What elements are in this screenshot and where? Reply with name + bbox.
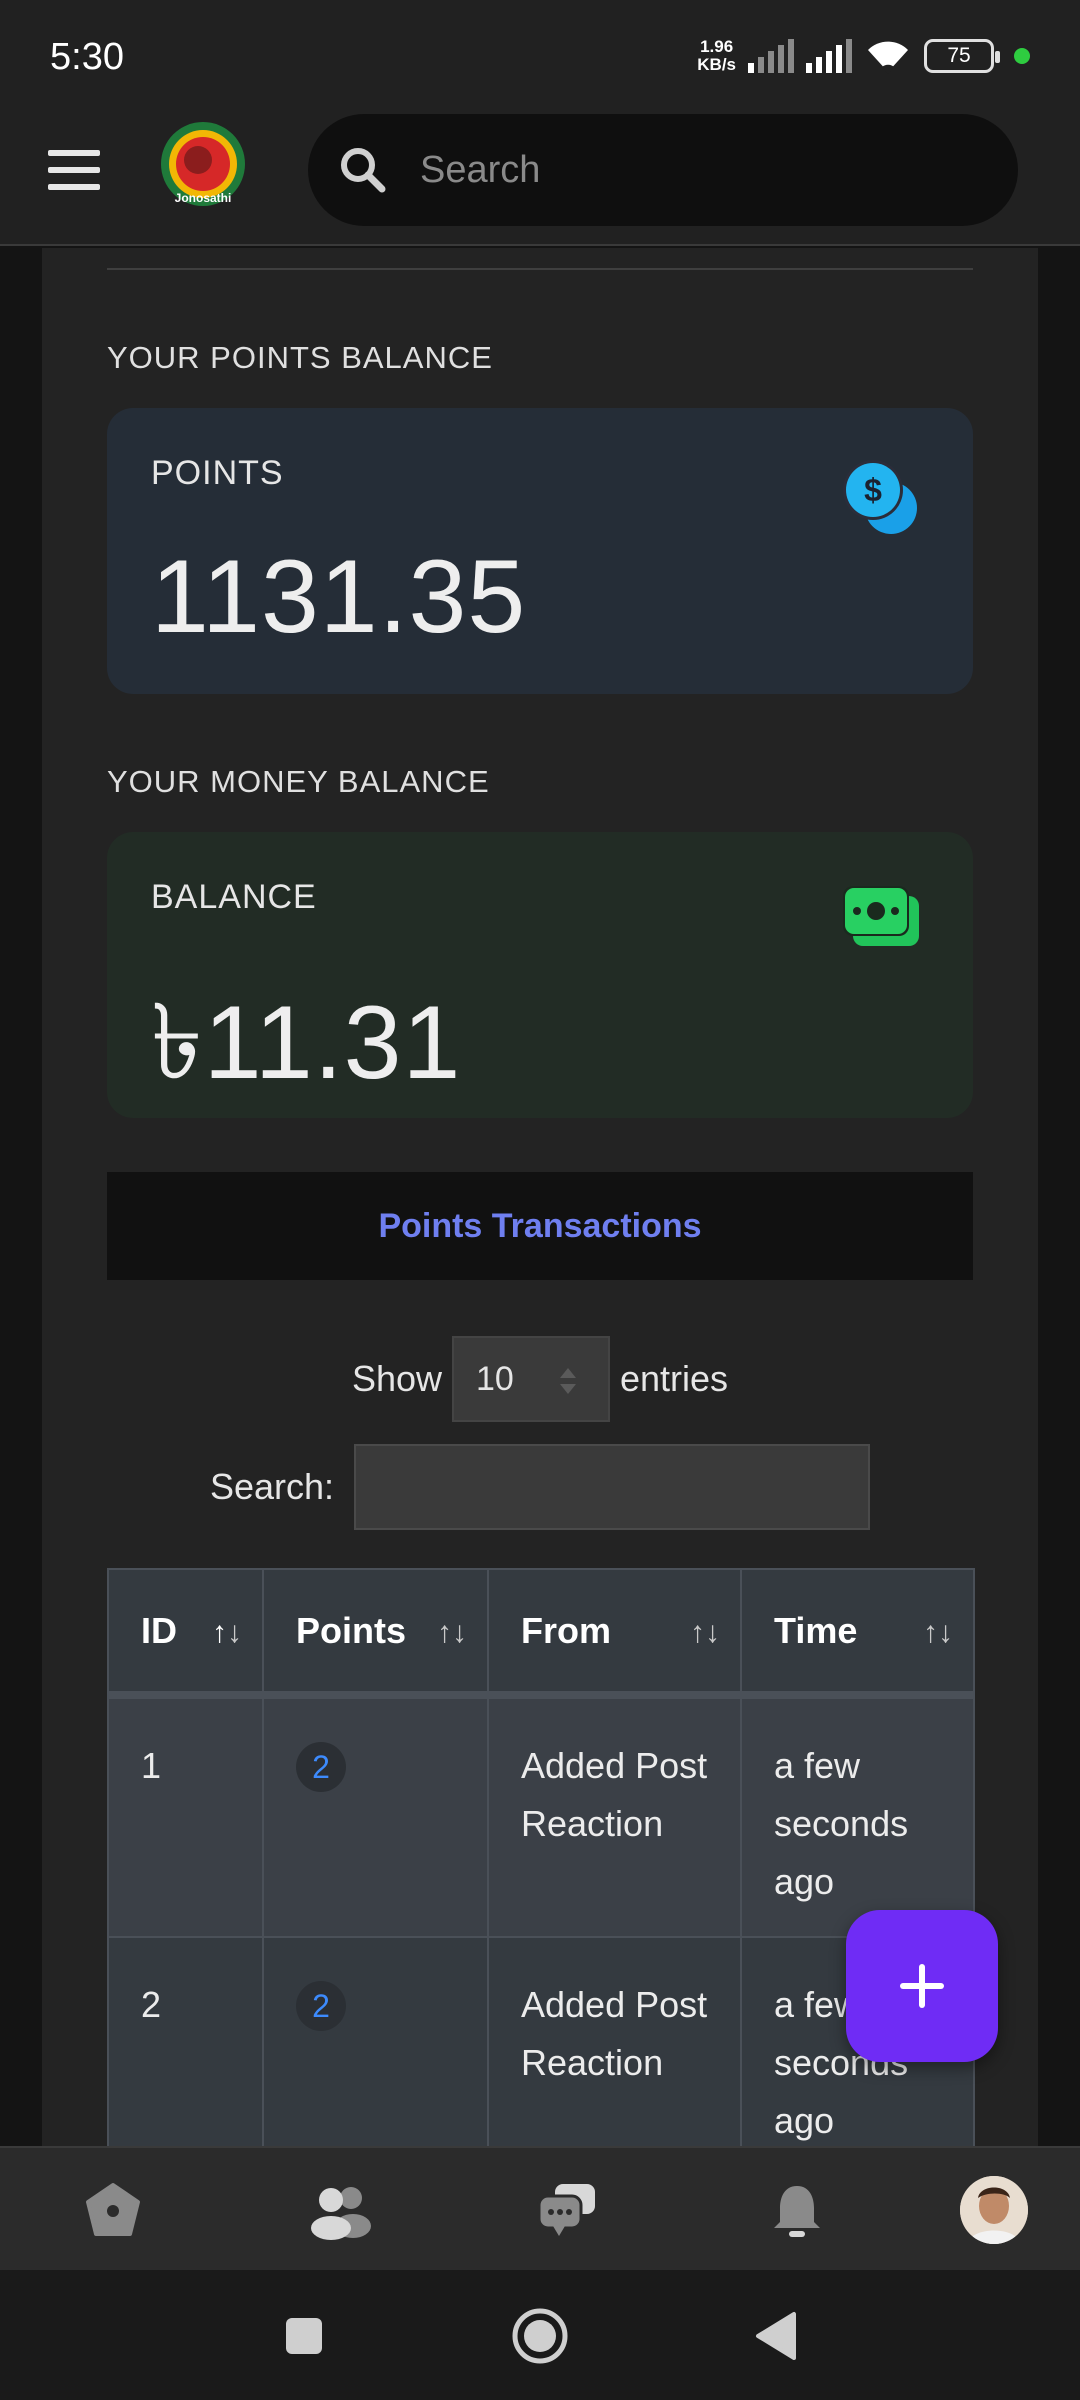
back-triangle-icon [756, 2312, 796, 2360]
money-section-label: YOUR MONEY BALANCE [107, 764, 490, 799]
battery-indicator: 75 [924, 39, 1000, 73]
points-card-title: POINTS [151, 454, 284, 492]
coin-dollar-icon: $ [843, 460, 917, 534]
table-header-row: ID ↑↓ Points ↑↓ From ↑↓ Time ↑↓ [107, 1568, 975, 1699]
search-icon [341, 148, 386, 193]
column-header-label: Points [296, 1609, 407, 1651]
network-speed: 1.96 KB/s [697, 38, 736, 74]
status-time: 5:30 [50, 36, 124, 78]
app-header: Jonosathi [0, 112, 1080, 246]
points-card: POINTS 1131.35 $ [107, 408, 973, 694]
bottom-tab-bar [0, 2146, 1080, 2270]
money-card: BALANCE ৳11.31 [107, 832, 973, 1118]
points-badge: 2 [296, 1981, 346, 2031]
money-value: ৳11.31 [151, 985, 462, 1101]
tab-messages[interactable] [532, 2176, 602, 2246]
cell-from: Added Post Reaction [487, 1936, 742, 2146]
home-icon [86, 2183, 140, 2236]
circle-icon [512, 2308, 568, 2364]
column-header-from[interactable]: From ↑↓ [487, 1568, 742, 1699]
column-header-label: Time [774, 1609, 858, 1651]
signal-icon [748, 39, 794, 73]
entries-label: entries [620, 1358, 729, 1399]
wifi-icon [868, 41, 908, 74]
entries-value: 10 [476, 1359, 514, 1398]
divider [107, 268, 973, 270]
points-section-label: YOUR POINTS BALANCE [107, 340, 493, 375]
money-card-title: BALANCE [151, 878, 317, 916]
cell-points: 2 [262, 1694, 489, 1938]
table-search-input[interactable] [354, 1444, 871, 1530]
messages-icon [537, 2184, 595, 2236]
cell-id: 1 [107, 1694, 264, 1938]
cell-id: 2 [107, 1936, 264, 2146]
show-entries-control: Show 10 entries [42, 1336, 1038, 1422]
add-button[interactable] [846, 1910, 998, 2062]
points-value: 1131.35 [151, 539, 527, 655]
status-icons: 1.96 KB/s 75 [697, 34, 1030, 78]
plus-icon [900, 1964, 944, 2008]
notifications-icon [774, 2186, 820, 2237]
points-badge: 2 [296, 1742, 346, 1792]
column-header-points[interactable]: Points ↑↓ [262, 1568, 489, 1699]
privacy-dot [1014, 48, 1030, 64]
transactions-table: ID ↑↓ Points ↑↓ From ↑↓ Time ↑↓ 1 2 Adde… [107, 1568, 975, 2146]
tab-home[interactable] [78, 2176, 148, 2246]
entries-select[interactable]: 10 [452, 1336, 610, 1422]
cell-from: Added Post Reaction [487, 1694, 742, 1938]
points-transactions-header: Points Transactions [107, 1172, 973, 1280]
svg-text:$: $ [864, 472, 882, 508]
show-label: Show [351, 1358, 442, 1399]
table-search-label: Search: [209, 1466, 335, 1507]
square-icon [286, 2318, 322, 2354]
friends-icon [311, 2187, 371, 2240]
search-input[interactable] [418, 147, 978, 193]
sort-icon: ↑↓ [923, 1616, 953, 1649]
profile-avatar[interactable] [960, 2176, 1028, 2244]
main-content: YOUR POINTS BALANCE POINTS 1131.35 $ YOU… [42, 248, 1038, 2146]
home-button[interactable] [510, 2306, 570, 2366]
table-row: 1 2 Added Post Reaction a few seconds ag… [107, 1694, 975, 1938]
sort-icon: ↑↓ [690, 1616, 720, 1649]
network-speed-value: 1.96 [700, 37, 734, 56]
cell-points: 2 [262, 1936, 489, 2146]
status-bar: 5:30 1.96 KB/s 75 [0, 0, 1080, 112]
column-header-time[interactable]: Time ↑↓ [740, 1568, 975, 1699]
cell-time: a few seconds ago [740, 1694, 975, 1938]
signal-icon-2 [806, 39, 852, 73]
table-row: 2 2 Added Post Reaction a few seconds ag… [107, 1936, 975, 2146]
back-button[interactable] [746, 2306, 806, 2366]
menu-icon[interactable] [48, 150, 100, 190]
avatar-image [960, 2176, 1028, 2244]
logo-text: Jonosathi [175, 191, 232, 205]
recents-button[interactable] [274, 2306, 334, 2366]
select-arrows-icon [560, 1368, 576, 1394]
table-search: Search: [42, 1444, 1038, 1530]
sort-icon: ↑↓ [437, 1616, 467, 1649]
sort-icon: ↑↓ [212, 1616, 242, 1649]
money-stack-icon [843, 886, 919, 946]
tab-friends[interactable] [306, 2176, 376, 2246]
network-speed-unit: KB/s [697, 55, 736, 74]
tab-notifications[interactable] [762, 2176, 832, 2246]
jonosathi-logo[interactable]: Jonosathi [158, 120, 248, 220]
column-header-label: From [521, 1609, 611, 1651]
system-navigation-bar [0, 2270, 1080, 2400]
column-header-id[interactable]: ID ↑↓ [107, 1568, 264, 1699]
column-header-label: ID [141, 1609, 177, 1651]
search-bar[interactable] [308, 114, 1018, 226]
